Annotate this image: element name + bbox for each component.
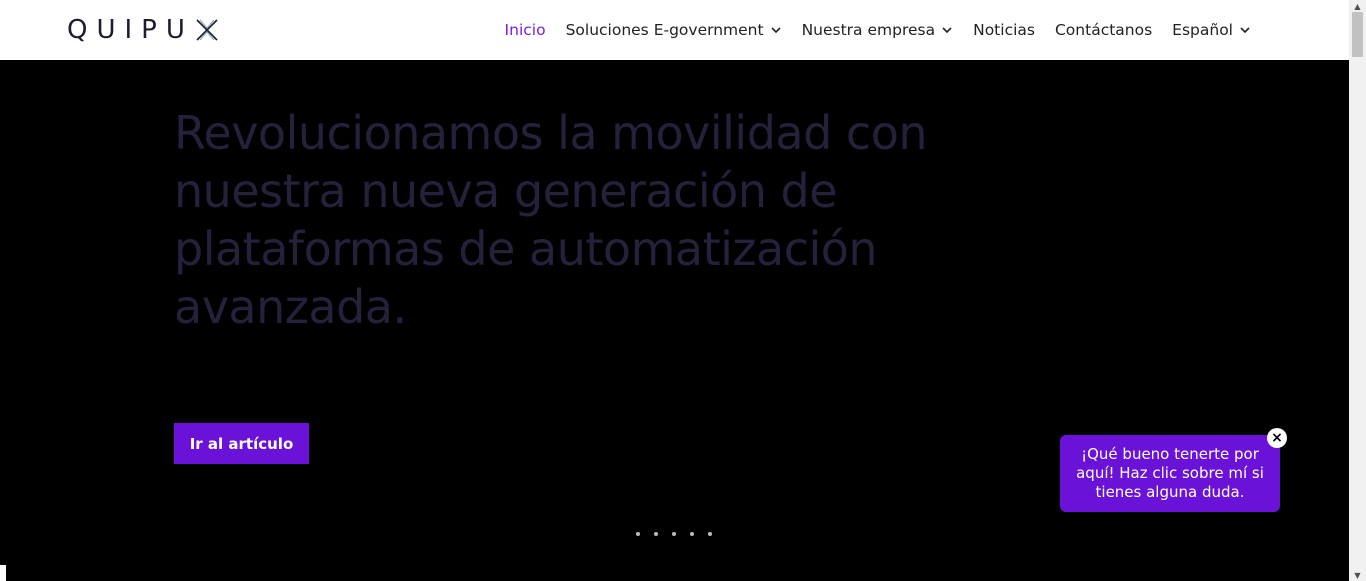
chat-message: ¡Qué bueno tenerte por aquí! Haz clic so… (1076, 445, 1264, 501)
page: QUIPU Inicio Soluciones E-government Nue… (0, 0, 1349, 581)
close-icon[interactable]: × (1267, 428, 1287, 448)
logo-x-icon (196, 19, 218, 41)
read-article-button[interactable]: Ir al artículo (174, 423, 309, 464)
slider-dot[interactable] (708, 532, 712, 536)
nav-item-label: Noticias (973, 21, 1035, 39)
main-nav: Inicio Soluciones E-government Nuestra e… (505, 0, 1251, 60)
nav-item-label: Español (1172, 21, 1233, 39)
slider-dot[interactable] (672, 532, 676, 536)
scroll-up-arrow-icon[interactable]: ▲ (1349, 0, 1366, 12)
chevron-down-icon (1240, 27, 1250, 34)
logo-text: QUIPU (67, 15, 194, 45)
hero-headline: Revolucionamos la movilidad con nuestra … (174, 106, 928, 334)
chat-bubble[interactable]: ¡Qué bueno tenerte por aquí! Haz clic so… (1060, 435, 1280, 512)
page-corner (0, 565, 6, 581)
nav-item-inicio[interactable]: Inicio (505, 21, 546, 39)
slider-dot[interactable] (654, 532, 658, 536)
scroll-thumb[interactable] (1352, 12, 1363, 57)
logo[interactable]: QUIPU (67, 14, 220, 46)
nav-item-soluciones[interactable]: Soluciones E-government (566, 21, 782, 39)
nav-item-label: Inicio (504, 21, 546, 39)
chevron-down-icon (771, 27, 781, 34)
nav-item-label: Contáctanos (1054, 21, 1153, 39)
nav-item-nuestra-empresa[interactable]: Nuestra empresa (802, 21, 954, 39)
chevron-down-icon (942, 27, 952, 34)
nav-item-noticias[interactable]: Noticias (973, 21, 1035, 39)
nav-item-language[interactable]: Español (1172, 21, 1251, 39)
nav-item-label: Soluciones E-government (565, 21, 764, 39)
nav-item-label: Nuestra empresa (801, 21, 936, 39)
nav-item-contactanos[interactable]: Contáctanos (1055, 21, 1152, 39)
scrollbar[interactable]: ▲ ▼ (1349, 0, 1366, 581)
scroll-down-arrow-icon[interactable]: ▼ (1349, 569, 1366, 581)
site-header: QUIPU Inicio Soluciones E-government Nue… (0, 0, 1349, 60)
slider-dot[interactable] (636, 532, 640, 536)
slider-dots (636, 532, 712, 536)
slider-dot[interactable] (690, 532, 694, 536)
